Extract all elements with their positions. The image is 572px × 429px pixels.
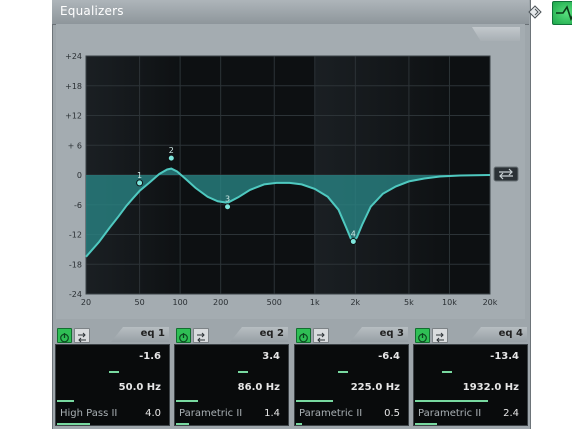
band-name: eq 4	[498, 328, 523, 339]
band-invert-button[interactable]	[313, 328, 329, 343]
eq-node-label: 3	[225, 195, 230, 204]
band-power-button[interactable]	[176, 328, 191, 343]
x-tick-label: 20	[81, 298, 91, 307]
gain-slider[interactable]	[442, 371, 452, 373]
q-slider[interactable]	[57, 423, 90, 425]
band-power-button[interactable]	[415, 328, 430, 343]
band-header: eq 1	[55, 326, 170, 343]
x-tick-label: 2k	[350, 298, 360, 307]
q-value[interactable]: 1.4	[264, 408, 280, 419]
eq-node-label: 1	[137, 171, 142, 180]
frequency-value[interactable]: 50.0 Hz	[119, 382, 161, 393]
power-icon	[418, 333, 427, 343]
band-eq4: eq 4 -13.4 1932.0 Hz Parametric II 2.4	[413, 326, 528, 426]
x-tick-label: 500	[267, 298, 282, 307]
frequency-slider[interactable]	[57, 400, 74, 402]
band-tab: eq 2	[230, 327, 288, 342]
eq-graph[interactable]: +24+18+12+ 60-6-12-18-24 20 50 100 200 500 1k…	[0, 0, 572, 325]
power-icon	[60, 333, 69, 343]
q-slider[interactable]	[415, 423, 437, 425]
filter-type-selector[interactable]: Parametric II	[418, 408, 481, 419]
invert-icon	[197, 332, 205, 343]
eq-node-label: 2	[169, 146, 174, 155]
reset-curve-button[interactable]	[493, 166, 519, 182]
power-icon	[299, 333, 308, 343]
frequency-value[interactable]: 1932.0 Hz	[463, 382, 519, 393]
band-tab: eq 3	[350, 327, 408, 342]
frequency-slider[interactable]	[415, 400, 488, 402]
x-tick-label: 50	[134, 298, 144, 307]
band-controls[interactable]: -13.4 1932.0 Hz Parametric II 2.4	[413, 344, 528, 426]
x-tick-label: 1k	[310, 298, 320, 307]
gain-slider[interactable]	[238, 371, 248, 373]
gain-value[interactable]: -1.6	[139, 351, 161, 362]
filter-type-selector[interactable]: Parametric II	[299, 408, 362, 419]
eq-node[interactable]	[167, 154, 175, 162]
band-name: eq 2	[259, 328, 284, 339]
filter-type-selector[interactable]: Parametric II	[179, 408, 242, 419]
q-value[interactable]: 2.4	[503, 408, 519, 419]
eq-node-label: 4	[351, 229, 356, 238]
x-tick-label: 200	[213, 298, 228, 307]
band-header: eq 4	[413, 326, 528, 343]
x-axis-ticks: 20 50 100 200 500 1k 2k 5k 10k 20k	[81, 298, 498, 307]
invert-icon	[78, 332, 86, 343]
band-header: eq 2	[174, 326, 289, 343]
band-eq1: eq 1 -1.6 50.0 Hz High Pass II 4.0	[55, 326, 170, 426]
y-axis-ticks: +24+18+12+ 60-6-12-18-24	[65, 52, 82, 299]
band-eq3: eq 3 -6.4 225.0 Hz Parametric II 0.5	[294, 326, 409, 426]
band-eq2: eq 2 3.4 86.0 Hz Parametric II 1.4	[174, 326, 289, 426]
band-controls[interactable]: 3.4 86.0 Hz Parametric II 1.4	[174, 344, 289, 426]
band-power-button[interactable]	[296, 328, 311, 343]
y-tick-label: -12	[69, 231, 82, 240]
power-icon	[179, 333, 188, 343]
band-power-button[interactable]	[57, 328, 72, 343]
eq-node[interactable]	[224, 203, 232, 211]
band-tab: eq 4	[469, 327, 527, 342]
gain-value[interactable]: -13.4	[490, 351, 519, 362]
x-tick-label: 5k	[404, 298, 414, 307]
y-tick-label: -6	[74, 201, 82, 210]
band-header: eq 3	[294, 326, 409, 343]
band-invert-button[interactable]	[432, 328, 448, 343]
eq-node[interactable]	[136, 179, 144, 187]
gain-value[interactable]: 3.4	[262, 351, 280, 362]
gain-slider[interactable]	[109, 371, 119, 373]
invert-icon	[436, 332, 444, 343]
y-tick-label: + 6	[68, 141, 82, 150]
x-tick-label: 100	[172, 298, 187, 307]
gain-value[interactable]: -6.4	[378, 351, 400, 362]
band-controls[interactable]: -6.4 225.0 Hz Parametric II 0.5	[294, 344, 409, 426]
frequency-slider[interactable]	[296, 400, 334, 402]
band-controls[interactable]: -1.6 50.0 Hz High Pass II 4.0	[55, 344, 170, 426]
invert-icon	[317, 332, 325, 343]
q-value[interactable]: 0.5	[384, 408, 400, 419]
frequency-slider[interactable]	[176, 400, 198, 402]
band-name: eq 1	[140, 328, 165, 339]
eq-node[interactable]	[349, 237, 357, 245]
x-tick-label: 20k	[483, 298, 498, 307]
q-slider[interactable]	[176, 423, 190, 425]
band-invert-button[interactable]	[193, 328, 209, 343]
q-value[interactable]: 4.0	[145, 408, 161, 419]
frequency-value[interactable]: 86.0 Hz	[238, 382, 280, 393]
y-tick-label: +18	[65, 82, 82, 91]
y-tick-label: 0	[77, 171, 82, 180]
y-tick-label: -18	[69, 260, 82, 269]
y-tick-label: +12	[65, 112, 82, 121]
y-tick-label: +24	[65, 52, 82, 61]
band-invert-button[interactable]	[74, 328, 90, 343]
band-name: eq 3	[379, 328, 404, 339]
x-tick-label: 10k	[442, 298, 457, 307]
filter-type-selector[interactable]: High Pass II	[60, 408, 117, 419]
frequency-value[interactable]: 225.0 Hz	[351, 382, 400, 393]
gain-slider[interactable]	[338, 371, 348, 373]
q-slider[interactable]	[296, 423, 302, 425]
band-tab: eq 1	[111, 327, 169, 342]
